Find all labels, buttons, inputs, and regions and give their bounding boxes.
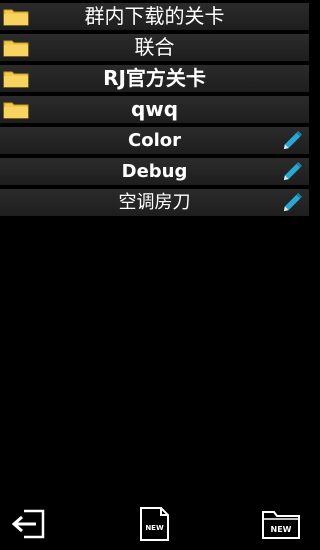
folder-row[interactable]: qwq xyxy=(0,96,309,123)
new-folder-button[interactable]: NEW xyxy=(261,508,301,540)
level-list: 群内下载的关卡 联合 RJ官方关卡 qwq Color Debug 空调房刀 xyxy=(0,0,309,220)
edit-pencil-icon[interactable] xyxy=(281,160,304,183)
folder-label: qwq xyxy=(130,97,179,121)
folder-label: RJ官方关卡 xyxy=(103,66,206,90)
edit-pencil-icon[interactable] xyxy=(281,129,304,152)
level-label: 空调房刀 xyxy=(118,192,191,213)
level-label: Color xyxy=(128,130,181,151)
folder-icon xyxy=(3,102,29,119)
new-level-label: NEW xyxy=(145,524,164,532)
folder-row[interactable]: RJ官方关卡 xyxy=(0,65,309,92)
folder-row[interactable]: 联合 xyxy=(0,34,309,61)
edit-pencil-icon[interactable] xyxy=(281,191,304,214)
exit-back-icon[interactable] xyxy=(10,508,46,540)
folder-icon xyxy=(3,9,29,26)
level-row[interactable]: Color xyxy=(0,127,309,154)
folder-label: 联合 xyxy=(134,35,175,59)
folder-icon xyxy=(3,71,29,88)
folder-row[interactable]: 群内下载的关卡 xyxy=(0,3,309,30)
new-folder-label: NEW xyxy=(271,525,292,534)
new-level-button[interactable]: NEW xyxy=(139,506,170,542)
folder-icon xyxy=(3,40,29,57)
level-row[interactable]: Debug xyxy=(0,158,309,185)
level-label: Debug xyxy=(121,161,188,182)
folder-label: 群内下载的关卡 xyxy=(84,4,225,28)
level-row[interactable]: 空调房刀 xyxy=(0,189,309,216)
